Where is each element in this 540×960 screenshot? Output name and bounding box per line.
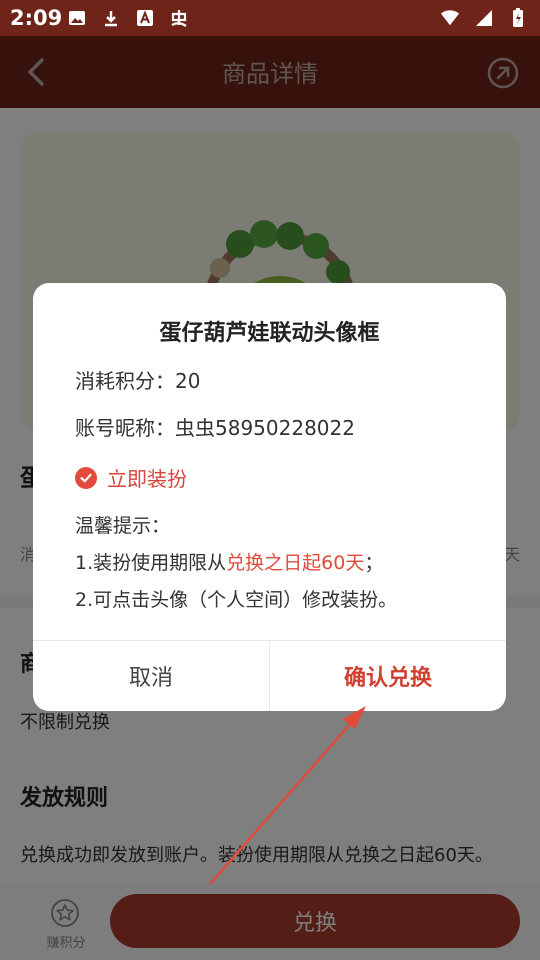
account-nickname: 账号昵称：虫虫58950228022: [75, 416, 355, 440]
signal-icon: [474, 8, 494, 28]
tip-line-1: 1.装扮使用期限从兑换之日起60天；: [75, 548, 383, 575]
font-app-icon: [135, 8, 155, 28]
wear-now-label[interactable]: 立即装扮: [107, 463, 187, 492]
wear-now-option[interactable]: 立即装扮: [75, 463, 187, 492]
bug-app-icon: [169, 8, 189, 28]
tip-1-suffix: ；: [364, 552, 384, 574]
check-circle-icon[interactable]: [75, 466, 97, 489]
tip-line-2: 2.可点击头像（个人空间）修改装扮。: [75, 589, 398, 611]
confirm-exchange-button[interactable]: 确认兑换: [270, 641, 506, 711]
status-icons-left: [67, 8, 189, 28]
status-icons-right: [440, 8, 528, 28]
points-cost: 消耗积分：20: [75, 369, 201, 393]
image-icon: [67, 8, 87, 28]
tip-1-prefix: 1.装扮使用期限从: [75, 552, 227, 574]
status-bar: 2:09: [0, 0, 540, 36]
status-time: 2:09: [10, 6, 63, 30]
dialog-title: 蛋仔葫芦娃联动头像框: [159, 321, 380, 346]
wifi-icon: [440, 8, 460, 28]
cancel-button[interactable]: 取消: [33, 641, 269, 711]
tips-title: 温馨提示：: [75, 515, 171, 537]
download-icon: [101, 8, 121, 28]
exchange-confirm-dialog: 蛋仔葫芦娃联动头像框 消耗积分：20 账号昵称：虫虫58950228022 立即…: [33, 283, 506, 711]
tip-1-highlight: 兑换之日起60天: [226, 552, 365, 574]
battery-icon: [508, 8, 528, 28]
